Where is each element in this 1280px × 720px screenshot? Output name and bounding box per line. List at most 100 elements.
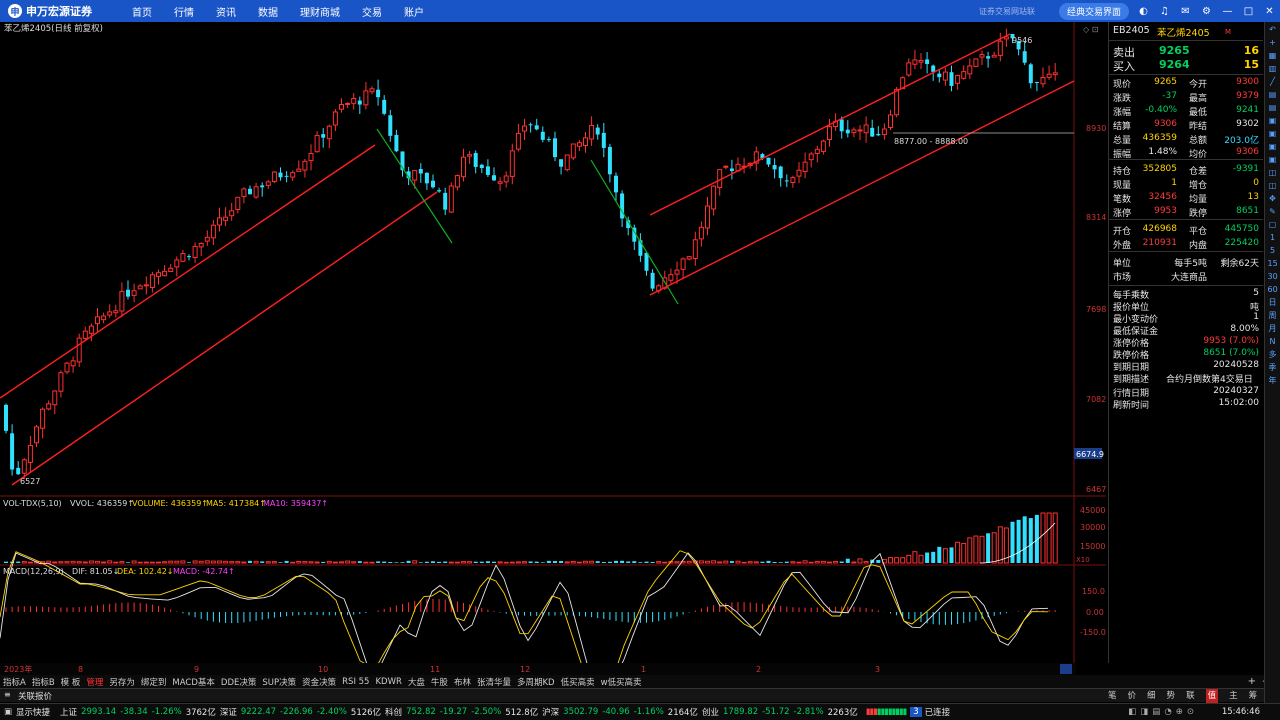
- layout-icon[interactable]: ▣: [1268, 116, 1278, 126]
- headset-icon[interactable]: ♫: [1158, 5, 1171, 18]
- row-label: 持仓: [1113, 167, 1132, 177]
- macd-dea: DEA: 102.42↓: [117, 567, 173, 576]
- index-name[interactable]: 创业: [702, 706, 719, 718]
- period-item[interactable]: 月: [1268, 324, 1278, 334]
- grid-icon[interactable]: ▥: [1268, 64, 1278, 74]
- toolbar-item[interactable]: 指标B: [32, 676, 55, 688]
- chart-icon[interactable]: ◫: [1268, 168, 1278, 178]
- period-item[interactable]: 5: [1268, 246, 1278, 256]
- bid-price[interactable]: 9264: [1159, 58, 1190, 71]
- move-icon[interactable]: ✥: [1268, 194, 1278, 204]
- period-item[interactable]: 15: [1268, 259, 1278, 269]
- row-value: 426968: [1142, 224, 1177, 234]
- settings-icon[interactable]: ⚙: [1200, 5, 1213, 18]
- macd-tick: -150.0: [1080, 628, 1106, 637]
- toolbar-item[interactable]: 模 板: [61, 676, 81, 688]
- shortcut-icon[interactable]: ▣: [4, 707, 12, 717]
- arrow-icon[interactable]: ↶: [1268, 25, 1278, 35]
- candle: [772, 165, 777, 170]
- toolbar-item[interactable]: 绑定到: [141, 676, 167, 688]
- toolbar-item[interactable]: 低买高卖: [561, 676, 595, 688]
- related-quote-tab[interactable]: 关联报价: [18, 690, 52, 702]
- layout-icon[interactable]: ▣: [1268, 155, 1278, 165]
- index-name[interactable]: 上证: [60, 706, 77, 718]
- toolbar-item[interactable]: SUP决策: [262, 676, 296, 688]
- tab-chips[interactable]: 筹: [1249, 689, 1258, 703]
- minimize-icon[interactable]: —: [1221, 5, 1234, 18]
- toolbar-item[interactable]: 大盘: [408, 676, 425, 688]
- tab-trend[interactable]: 势: [1167, 689, 1176, 703]
- connection-status[interactable]: 已连接: [925, 706, 951, 718]
- table-icon[interactable]: ▤: [1268, 103, 1278, 113]
- toolbar-item[interactable]: KDWR: [375, 677, 401, 687]
- table-icon[interactable]: ▤: [1268, 90, 1278, 100]
- index-name[interactable]: 科创: [385, 706, 402, 718]
- tab-main[interactable]: 主: [1229, 689, 1238, 703]
- expand-icon[interactable]: ≡: [4, 690, 11, 699]
- period-item[interactable]: 60: [1268, 285, 1278, 295]
- nav-trade[interactable]: 交易: [362, 4, 382, 19]
- pen-icon[interactable]: ✎: [1268, 207, 1278, 217]
- show-shortcuts[interactable]: 显示快捷: [16, 706, 50, 718]
- nav-account[interactable]: 账户: [404, 4, 424, 19]
- tab-price[interactable]: 价: [1128, 689, 1137, 703]
- toolbar-item[interactable]: 指标A: [3, 676, 26, 688]
- index-pct: -2.81%: [793, 707, 824, 717]
- doc-icon[interactable]: ▢: [1268, 220, 1278, 230]
- tab-detail[interactable]: 细: [1147, 689, 1156, 703]
- tray-icons[interactable]: ◧◨▤◔⊕⊙: [1128, 707, 1198, 717]
- period-item[interactable]: 日: [1268, 298, 1278, 308]
- row-label: 涨幅: [1113, 108, 1132, 118]
- row-label: 最高: [1189, 94, 1208, 104]
- close-icon[interactable]: ✕: [1263, 5, 1276, 18]
- toolbar-item[interactable]: 张清华量: [477, 676, 511, 688]
- nav-wealth[interactable]: 理财商城: [300, 4, 340, 19]
- toolbar-item[interactable]: 资金决策: [302, 676, 336, 688]
- line-icon[interactable]: ╱: [1268, 77, 1278, 87]
- period-item[interactable]: 季: [1268, 363, 1278, 373]
- volume-bar: [52, 561, 58, 564]
- toolbar-item[interactable]: RSI 55: [342, 677, 369, 687]
- row-label: 均量: [1189, 195, 1208, 205]
- period-item[interactable]: N: [1268, 337, 1278, 347]
- index-name[interactable]: 深证: [220, 706, 237, 718]
- tab-link[interactable]: 联: [1186, 689, 1195, 703]
- toolbar-item[interactable]: 牛股: [431, 676, 448, 688]
- market-breadth-bars: ▮▮▮▮▮▮▮▮▮▮▮: [865, 707, 907, 717]
- period-item[interactable]: 多: [1268, 350, 1278, 360]
- toolbar-item-manage[interactable]: 管理: [86, 676, 103, 688]
- toolbar-item[interactable]: DDE决策: [221, 676, 256, 688]
- period-item[interactable]: 周: [1268, 311, 1278, 321]
- period-item[interactable]: 年: [1268, 376, 1278, 386]
- kline-chart[interactable]: 苯乙烯2405(日线 前复权) 9546 6527 8877.00 - 8888…: [0, 22, 1106, 663]
- ask-price[interactable]: 9265: [1159, 44, 1190, 57]
- maximize-icon[interactable]: □: [1242, 5, 1255, 18]
- volume-bar: [967, 537, 973, 564]
- mail-icon[interactable]: ✉: [1179, 5, 1192, 18]
- panel-toggle-icon[interactable]: ◇ ⊡: [1083, 25, 1098, 34]
- classic-trade-button[interactable]: 经典交易界面: [1058, 2, 1129, 20]
- nav-news[interactable]: 资讯: [216, 4, 236, 19]
- grid-icon[interactable]: ▦: [1268, 51, 1278, 61]
- cross-icon[interactable]: +: [1268, 38, 1278, 48]
- toolbar-item[interactable]: w低买高卖: [601, 676, 642, 688]
- period-item[interactable]: 1: [1268, 233, 1278, 243]
- toolbar-item[interactable]: 另存为: [109, 676, 135, 688]
- toolbar-item[interactable]: 布林: [454, 676, 471, 688]
- chart-icon[interactable]: ◫: [1268, 181, 1278, 191]
- period-item[interactable]: 30: [1268, 272, 1278, 282]
- tab-tick[interactable]: 笔: [1108, 689, 1117, 703]
- volume-bar: [522, 561, 527, 564]
- tab-value[interactable]: 值: [1205, 689, 1219, 703]
- nav-data[interactable]: 数据: [258, 4, 278, 19]
- nav-market[interactable]: 行情: [174, 4, 194, 19]
- candle: [431, 180, 435, 188]
- index-name[interactable]: 沪深: [542, 706, 559, 718]
- layout-icon[interactable]: ▣: [1268, 142, 1278, 152]
- info-value: 1: [1253, 312, 1259, 322]
- toolbar-item[interactable]: MACD基本: [172, 676, 214, 688]
- info-icon[interactable]: ◐: [1137, 5, 1150, 18]
- layout-icon[interactable]: ▣: [1268, 129, 1278, 139]
- nav-home[interactable]: 首页: [132, 4, 152, 19]
- toolbar-item[interactable]: 多周期KD: [517, 676, 555, 688]
